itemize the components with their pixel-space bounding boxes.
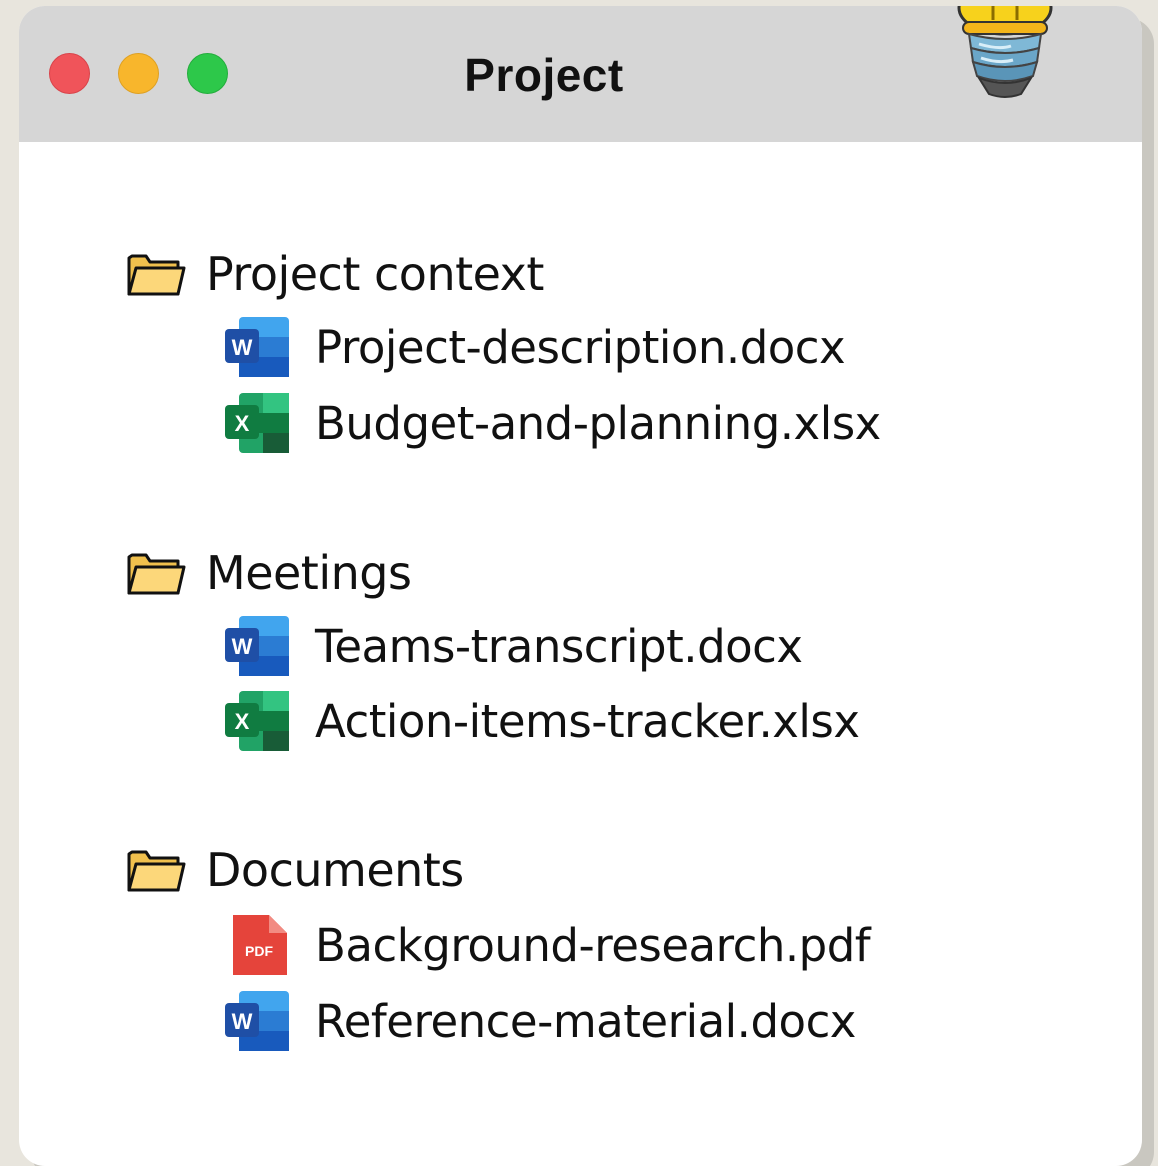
file-name: Teams-transcript.docx <box>315 619 803 673</box>
word-icon: W <box>225 991 289 1051</box>
svg-text:W: W <box>232 335 253 360</box>
file-item[interactable]: PDF Background-research.pdf <box>221 912 871 978</box>
excel-icon: X <box>225 393 289 453</box>
file-name: Action-items-tracker.xlsx <box>315 694 860 748</box>
excel-icon: X <box>225 691 289 751</box>
file-name: Project-description.docx <box>315 320 846 374</box>
folder-label: Meetings <box>206 546 412 600</box>
folder-documents[interactable]: Documents <box>126 840 464 900</box>
pdf-icon: PDF <box>233 915 287 975</box>
svg-text:PDF: PDF <box>245 943 273 959</box>
file-item[interactable]: W Reference-material.docx <box>221 988 856 1054</box>
project-window: Project Project context W Project-descri… <box>19 6 1142 1166</box>
word-icon: W <box>225 317 289 377</box>
folder-icon <box>127 553 186 595</box>
svg-text:W: W <box>232 1009 253 1034</box>
folder-label: Project context <box>206 247 544 301</box>
file-name: Budget-and-planning.xlsx <box>315 396 881 450</box>
file-item[interactable]: X Budget-and-planning.xlsx <box>221 390 881 456</box>
window-title: Project <box>464 49 624 101</box>
folder-label: Documents <box>206 843 464 897</box>
folder-project-context[interactable]: Project context <box>126 244 544 304</box>
folder-icon <box>127 850 186 892</box>
svg-text:W: W <box>232 634 253 659</box>
title-bar: Project <box>19 6 1142 142</box>
file-item[interactable]: W Teams-transcript.docx <box>221 613 803 679</box>
file-name: Reference-material.docx <box>315 994 856 1048</box>
svg-text:X: X <box>235 709 250 734</box>
file-item[interactable]: X Action-items-tracker.xlsx <box>221 688 860 754</box>
folder-icon <box>127 254 186 296</box>
file-item[interactable]: W Project-description.docx <box>221 314 846 380</box>
svg-text:X: X <box>235 411 250 436</box>
file-name: Background-research.pdf <box>315 918 871 972</box>
word-icon: W <box>225 616 289 676</box>
folder-meetings[interactable]: Meetings <box>126 543 412 603</box>
lightbulb-icon <box>957 6 1053 98</box>
